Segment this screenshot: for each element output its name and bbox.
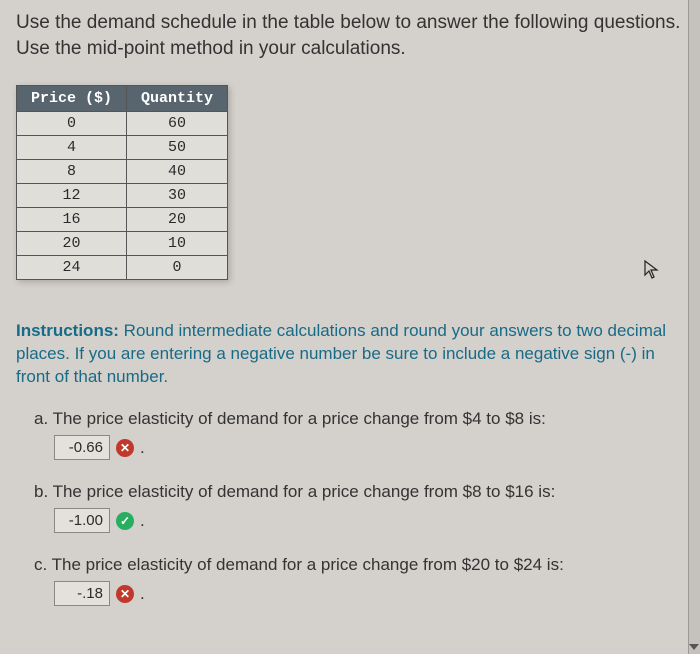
answer-input-c[interactable]: -.18 <box>54 581 110 606</box>
answer-input-a[interactable]: -0.66 <box>54 435 110 460</box>
col-header-quantity: Quantity <box>127 86 228 112</box>
table-row: 240 <box>17 256 228 280</box>
table-row: 450 <box>17 136 228 160</box>
instructions-label: Instructions: <box>16 321 119 340</box>
answer-input-b[interactable]: -1.00 <box>54 508 110 533</box>
demand-table: Price ($) Quantity 060 450 840 1230 1620… <box>16 85 228 280</box>
col-header-price: Price ($) <box>17 86 127 112</box>
wrong-icon: ✕ <box>116 585 134 603</box>
question-b-text: b. The price elasticity of demand for a … <box>16 482 684 502</box>
instructions-text: Instructions: Round intermediate calcula… <box>16 320 684 389</box>
period: . <box>140 438 145 458</box>
question-b: b. The price elasticity of demand for a … <box>16 482 684 533</box>
wrong-icon: ✕ <box>116 439 134 457</box>
right-icon: ✓ <box>116 512 134 530</box>
question-c-text: c. The price elasticity of demand for a … <box>16 555 684 575</box>
question-a-text: a. The price elasticity of demand for a … <box>16 409 684 429</box>
question-c: c. The price elasticity of demand for a … <box>16 555 684 606</box>
period: . <box>140 511 145 531</box>
table-row: 2010 <box>17 232 228 256</box>
chevron-down-icon[interactable] <box>689 644 699 652</box>
period: . <box>140 584 145 604</box>
table-row: 060 <box>17 112 228 136</box>
scrollbar[interactable] <box>688 0 700 654</box>
cursor-icon <box>644 260 660 285</box>
table-row: 840 <box>17 160 228 184</box>
question-a: a. The price elasticity of demand for a … <box>16 409 684 460</box>
intro-text: Use the demand schedule in the table bel… <box>16 10 684 61</box>
table-row: 1620 <box>17 208 228 232</box>
table-row: 1230 <box>17 184 228 208</box>
